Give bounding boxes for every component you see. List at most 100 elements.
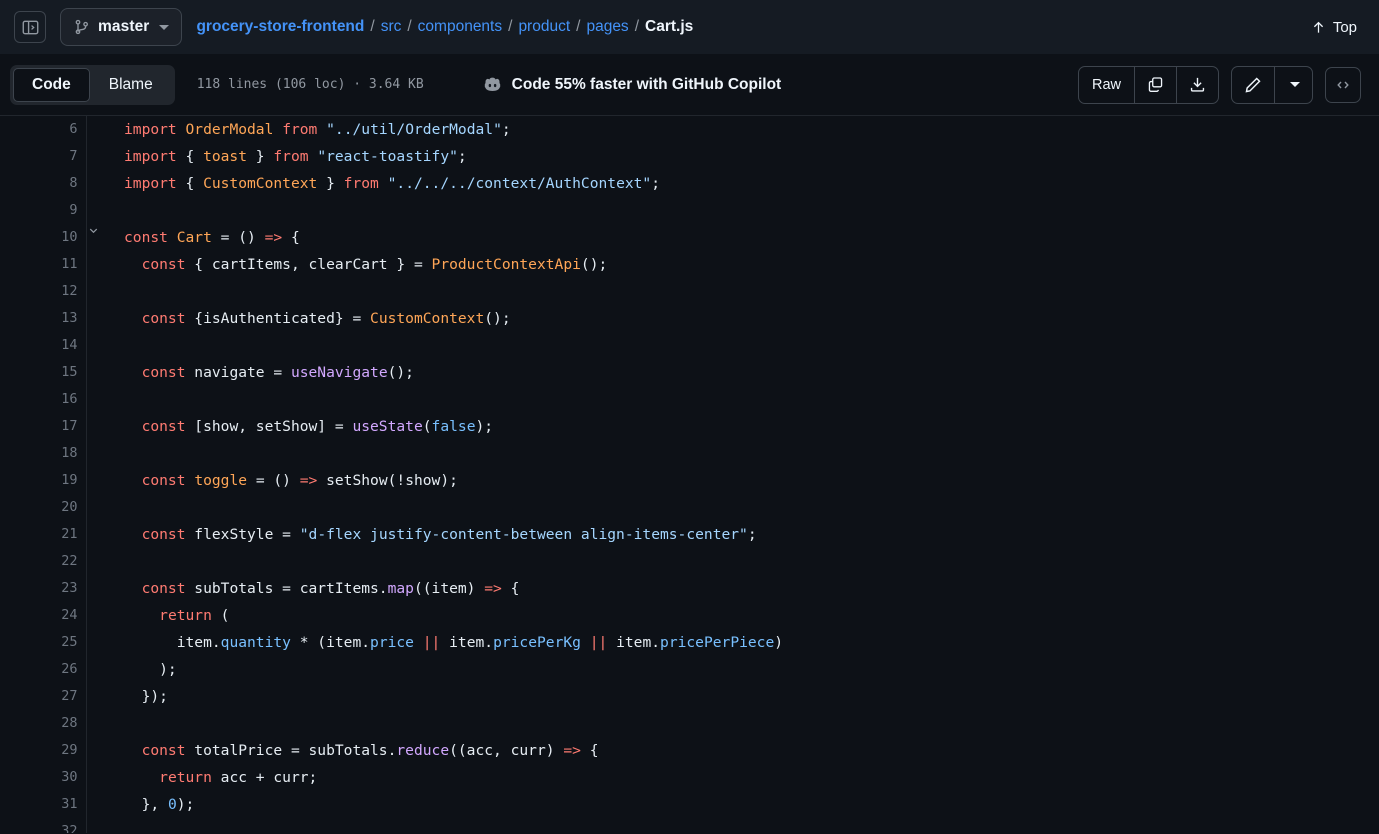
scroll-to-top-label: Top [1332,18,1357,36]
page-header: master grocery-store-frontend / src / co… [0,0,1379,54]
line-content[interactable]: const Cart = () => { [112,224,1379,251]
fold-spacer [86,656,112,683]
line-number[interactable]: 15 [0,359,87,386]
line-content[interactable]: const { cartItems, clearCart } = Product… [112,251,1379,278]
line-number[interactable]: 24 [0,602,87,629]
code-line: 21 const flexStyle = "d-flex justify-con… [0,521,1379,548]
line-number[interactable]: 11 [0,251,87,278]
arrow-up-icon [1311,20,1326,35]
line-number[interactable]: 31 [0,791,87,818]
line-content[interactable]: return acc + curr; [112,764,1379,791]
fold-spacer [86,629,112,656]
branch-selector[interactable]: master [60,8,183,46]
line-number[interactable]: 8 [0,170,87,197]
line-number[interactable]: 18 [0,440,87,467]
line-content[interactable]: import { toast } from "react-toastify"; [112,143,1379,170]
fold-spacer [86,143,112,170]
code-table: 6 import OrderModal from "../util/OrderMo… [0,116,1379,833]
copilot-promo-text: Code 55% faster with GitHub Copilot [511,75,782,93]
line-content[interactable]: }); [112,683,1379,710]
line-content[interactable] [112,386,1379,413]
line-number[interactable]: 26 [0,656,87,683]
line-number[interactable]: 13 [0,305,87,332]
line-number[interactable]: 27 [0,683,87,710]
line-content[interactable]: const flexStyle = "d-flex justify-conten… [112,521,1379,548]
line-content[interactable]: }, 0); [112,791,1379,818]
line-number[interactable]: 16 [0,386,87,413]
breadcrumb-current-file: Cart.js [645,18,694,35]
line-content[interactable]: const {isAuthenticated} = CustomContext(… [112,305,1379,332]
breadcrumb-repo[interactable]: grocery-store-frontend [196,18,364,36]
fold-spacer [86,710,112,737]
pencil-icon[interactable] [1232,67,1274,103]
line-content[interactable] [112,440,1379,467]
chevron-down-icon[interactable] [86,224,112,251]
line-content[interactable] [112,197,1379,224]
line-content[interactable]: item.quantity * (item.price || item.pric… [112,629,1379,656]
line-content[interactable]: const subTotals = cartItems.map((item) =… [112,575,1379,602]
line-content[interactable]: ); [112,656,1379,683]
breadcrumb-item-components[interactable]: components [418,18,502,36]
fold-spacer [86,494,112,521]
fold-spacer [86,683,112,710]
line-content[interactable] [112,710,1379,737]
fold-spacer [86,251,112,278]
line-number[interactable]: 25 [0,629,87,656]
breadcrumb-item-pages[interactable]: pages [586,18,628,36]
code-brackets-icon[interactable] [1325,66,1361,103]
fold-spacer [86,737,112,764]
fold-spacer [86,170,112,197]
line-content[interactable]: const toggle = () => setShow(!show); [112,467,1379,494]
line-content[interactable] [112,494,1379,521]
edit-dropdown-chevron-down-icon[interactable] [1274,66,1312,103]
tab-blame[interactable]: Blame [90,68,172,102]
line-number[interactable]: 30 [0,764,87,791]
line-number[interactable]: 22 [0,548,87,575]
fold-spacer [86,764,112,791]
line-content[interactable]: return ( [112,602,1379,629]
sidebar-expand-icon[interactable] [14,11,46,43]
breadcrumb-item-product[interactable]: product [518,18,570,36]
line-number[interactable]: 12 [0,278,87,305]
line-number[interactable]: 21 [0,521,87,548]
scroll-to-top-button[interactable]: Top [1307,15,1361,40]
code-line: 8 import { CustomContext } from "../../..… [0,170,1379,197]
line-number[interactable]: 29 [0,737,87,764]
line-number[interactable]: 23 [0,575,87,602]
line-content[interactable] [112,818,1379,833]
copilot-promo[interactable]: Code 55% faster with GitHub Copilot [482,74,782,95]
line-content[interactable]: const [show, setShow] = useState(false); [112,413,1379,440]
line-content[interactable] [112,548,1379,575]
line-content[interactable] [112,278,1379,305]
line-number[interactable]: 7 [0,143,87,170]
download-icon[interactable] [1176,66,1218,103]
line-number[interactable]: 28 [0,710,87,737]
code-viewer[interactable]: 6 import OrderModal from "../util/OrderMo… [0,116,1379,833]
code-line: 10 const Cart = () => { [0,224,1379,251]
code-line: 26 ); [0,656,1379,683]
line-number[interactable]: 14 [0,332,87,359]
code-line: 17 const [show, setShow] = useState(fals… [0,413,1379,440]
line-number[interactable]: 32 [0,818,87,833]
tab-code[interactable]: Code [13,67,90,102]
line-number[interactable]: 20 [0,494,87,521]
raw-button[interactable]: Raw [1079,67,1134,103]
line-number[interactable]: 17 [0,413,87,440]
line-number[interactable]: 9 [0,197,87,224]
line-content[interactable]: import { CustomContext } from "../../../… [112,170,1379,197]
line-number[interactable]: 6 [0,116,87,143]
line-number[interactable]: 10 [0,224,87,251]
code-line: 28 [0,710,1379,737]
line-content[interactable]: const totalPrice = subTotals.reduce((acc… [112,737,1379,764]
copy-icon[interactable] [1134,66,1176,103]
line-content[interactable]: const navigate = useNavigate(); [112,359,1379,386]
fold-spacer [86,359,112,386]
breadcrumb-item-src[interactable]: src [381,18,402,36]
breadcrumb-separator: / [508,18,513,35]
code-line: 31 }, 0); [0,791,1379,818]
fold-spacer [86,197,112,224]
line-number[interactable]: 19 [0,467,87,494]
line-content[interactable]: import OrderModal from "../util/OrderMod… [112,116,1379,143]
code-line: 9 [0,197,1379,224]
line-content[interactable] [112,332,1379,359]
